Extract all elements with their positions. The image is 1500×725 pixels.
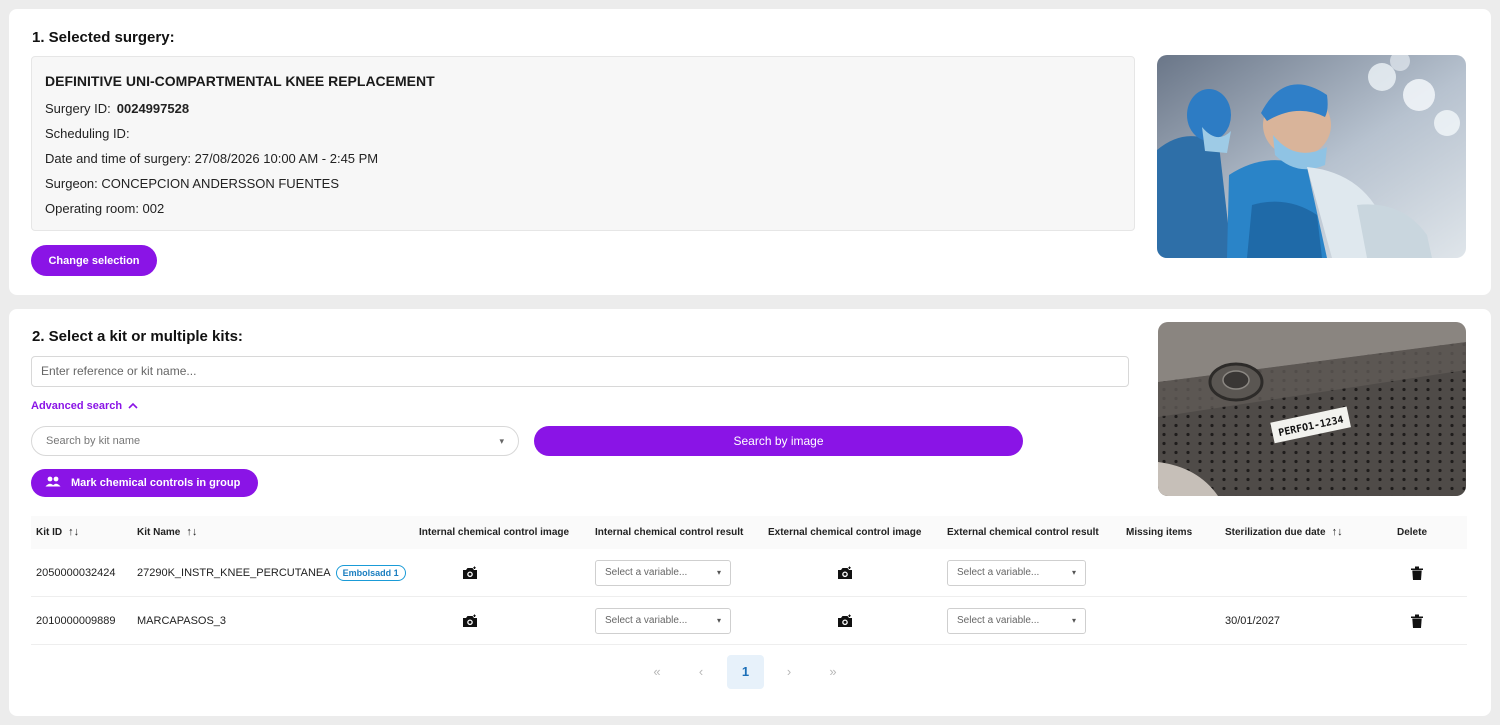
table-row: 2010000009889 MARCAPASOS_3 Select a vari… bbox=[31, 597, 1467, 645]
chevron-down-icon: ▾ bbox=[716, 616, 721, 625]
column-sterilization-due-date[interactable]: Sterilization due date ↑↓ bbox=[1225, 516, 1343, 549]
kit-name-text: 27290K_INSTR_KNEE_PERCUTANEA bbox=[137, 567, 331, 579]
column-internal-result: Internal chemical control result bbox=[595, 527, 744, 538]
column-kit-name[interactable]: Kit Name ↑↓ bbox=[137, 516, 197, 549]
surgeon-line: Surgeon: CONCEPCION ANDERSSON FUENTES bbox=[45, 176, 340, 191]
kit-name-select[interactable]: Search by kit name ▾ bbox=[31, 426, 519, 456]
search-by-image-button[interactable]: Search by image bbox=[534, 426, 1023, 456]
kit-search-input[interactable]: Enter reference or kit name... bbox=[31, 356, 1129, 387]
surgery-id-label: Surgery ID: bbox=[45, 101, 111, 116]
column-internal-image: Internal chemical control image bbox=[419, 527, 570, 538]
select-kits-card: 2. Select a kit or multiple kits: Enter … bbox=[9, 309, 1491, 716]
procedure-name: DEFINITIVE UNI-COMPARTMENTAL KNEE REPLAC… bbox=[45, 73, 435, 89]
surgeon-photo bbox=[1157, 55, 1466, 258]
section-title-surgery: 1. Selected surgery: bbox=[32, 29, 175, 46]
select-placeholder: Select a variable... bbox=[605, 615, 688, 626]
advanced-search-label: Advanced search bbox=[31, 400, 123, 412]
selected-surgery-card: 1. Selected surgery: DEFINITIVE UNI-COMP… bbox=[9, 9, 1491, 295]
last-page-button[interactable]: » bbox=[815, 655, 851, 689]
change-selection-button[interactable]: Change selection bbox=[31, 245, 157, 276]
chevron-down-icon: ▾ bbox=[499, 436, 504, 446]
chevron-up-icon bbox=[128, 400, 138, 412]
trash-icon[interactable] bbox=[1411, 566, 1423, 580]
status-badge: Embolsadd 1 bbox=[335, 565, 406, 582]
mark-chemical-controls-label: Mark chemical controls in group bbox=[71, 477, 241, 489]
column-missing-items: Missing items bbox=[1126, 527, 1193, 538]
internal-result-select[interactable]: Select a variable... ▾ bbox=[595, 560, 731, 586]
sort-icon[interactable]: ↑↓ bbox=[1332, 526, 1343, 538]
due-date-cell: 30/01/2027 bbox=[1225, 615, 1281, 627]
operating-room-line: Operating room: 002 bbox=[45, 201, 165, 216]
chevron-down-icon: ▾ bbox=[1071, 616, 1076, 625]
select-placeholder: Select a variable... bbox=[957, 567, 1040, 578]
kit-name-cell: 27290K_INSTR_KNEE_PERCUTANEA Embolsadd 1 bbox=[137, 549, 406, 597]
trash-icon[interactable] bbox=[1411, 614, 1423, 628]
surgery-date-line: Date and time of surgery: 27/08/2026 10:… bbox=[45, 151, 379, 166]
kit-name-header-label: Kit Name bbox=[137, 527, 181, 538]
first-page-button[interactable]: « bbox=[639, 655, 675, 689]
column-kit-id[interactable]: Kit ID ↑↓ bbox=[36, 516, 79, 549]
scheduling-id-line: Scheduling ID: bbox=[45, 126, 130, 141]
kits-table: Kit ID ↑↓ Kit Name ↑↓ Internal chemical co… bbox=[31, 516, 1467, 645]
camera-icon[interactable] bbox=[462, 614, 478, 628]
pagination: « ‹ 1 › » bbox=[9, 655, 1491, 691]
kit-name-select-placeholder: Search by kit name bbox=[46, 435, 141, 447]
section-title-kits: 2. Select a kit or multiple kits: bbox=[32, 328, 243, 345]
camera-icon[interactable] bbox=[462, 566, 478, 580]
surgery-id-value: 0024997528 bbox=[116, 101, 190, 116]
table-row: 2050000032424 27290K_INSTR_KNEE_PERCUTAN… bbox=[31, 549, 1467, 597]
surgery-id-line: Surgery ID: 0024997528 bbox=[45, 101, 189, 116]
column-delete: Delete bbox=[1397, 527, 1428, 538]
chevron-down-icon: ▾ bbox=[1071, 568, 1076, 577]
chevron-down-icon: ▾ bbox=[716, 568, 721, 577]
column-external-image: External chemical control image bbox=[768, 527, 922, 538]
camera-icon[interactable] bbox=[837, 566, 853, 580]
camera-icon[interactable] bbox=[837, 614, 853, 628]
kit-id-cell: 2050000032424 bbox=[36, 567, 116, 579]
external-result-select[interactable]: Select a variable... ▾ bbox=[947, 560, 1086, 586]
prev-page-button[interactable]: ‹ bbox=[683, 655, 719, 689]
kit-id-cell: 2010000009889 bbox=[36, 615, 116, 627]
external-result-select[interactable]: Select a variable... ▾ bbox=[947, 608, 1086, 634]
mark-chemical-controls-button[interactable]: Mark chemical controls in group bbox=[31, 469, 258, 497]
next-page-button[interactable]: › bbox=[771, 655, 807, 689]
sort-icon[interactable]: ↑↓ bbox=[68, 526, 79, 538]
select-placeholder: Select a variable... bbox=[957, 615, 1040, 626]
select-placeholder: Select a variable... bbox=[605, 567, 688, 578]
column-external-result: External chemical control result bbox=[947, 527, 1099, 538]
kit-container-photo: PERFO1-1234 bbox=[1158, 322, 1466, 496]
surgery-info-box: DEFINITIVE UNI-COMPARTMENTAL KNEE REPLAC… bbox=[31, 56, 1135, 231]
internal-result-select[interactable]: Select a variable... ▾ bbox=[595, 608, 731, 634]
users-icon bbox=[45, 476, 61, 490]
kit-id-header-label: Kit ID bbox=[36, 527, 63, 538]
due-date-header-label: Sterilization due date bbox=[1225, 527, 1326, 538]
advanced-search-toggle[interactable]: Advanced search bbox=[31, 400, 138, 412]
table-header: Kit ID ↑↓ Kit Name ↑↓ Internal chemical co… bbox=[31, 516, 1467, 549]
sort-icon[interactable]: ↑↓ bbox=[186, 526, 197, 538]
page-button-current[interactable]: 1 bbox=[727, 655, 764, 689]
kit-name-cell: MARCAPASOS_3 bbox=[137, 615, 227, 627]
